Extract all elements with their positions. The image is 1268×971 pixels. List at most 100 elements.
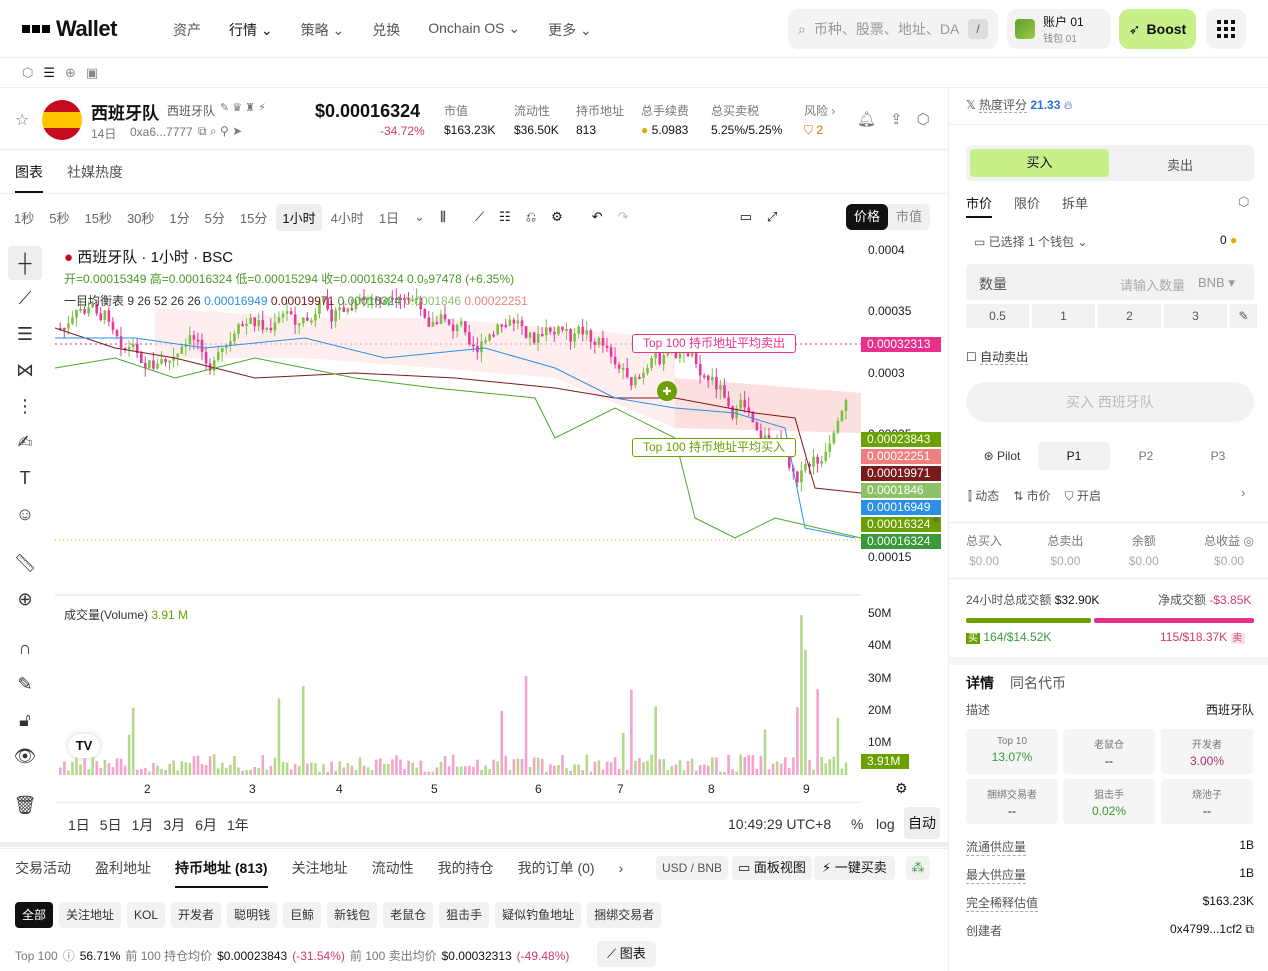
tab-detail[interactable]: 详情 <box>966 673 994 693</box>
nav-assets[interactable]: 资产 <box>173 20 201 40</box>
log-scale[interactable]: log <box>876 816 895 832</box>
tab-watched[interactable]: 关注地址 <box>292 858 348 878</box>
tab-social[interactable]: 社媒热度 <box>67 162 123 182</box>
header-actions[interactable]: 🔔︎⇪⬡ <box>857 110 944 128</box>
card-bundler[interactable]: 捆绑交易者 -- <box>966 779 1058 824</box>
preset-p3[interactable]: P3 <box>1182 442 1254 470</box>
auto-scale[interactable]: 自动 <box>904 807 940 839</box>
card-burn[interactable]: 烧池子 -- <box>1161 779 1253 824</box>
indicator-icon[interactable]: ⟋ <box>469 205 490 229</box>
nav-swap[interactable]: 兑换 <box>372 20 400 40</box>
card-sniper[interactable]: 狙击手 0.02% <box>1063 779 1155 824</box>
price-mode-toggle[interactable]: 价格 市值 <box>846 204 930 230</box>
search-input[interactable]: 币种、股票、地址、DA <box>814 19 959 39</box>
range-6m[interactable]: 6月 <box>195 815 217 835</box>
layout-icon[interactable]: ▭ <box>734 205 758 229</box>
chevron-down-icon[interactable]: ⌄ <box>408 205 431 229</box>
quick-amount[interactable]: 2 <box>1098 304 1161 328</box>
panel-view-button[interactable]: ▭ 面板视图 <box>732 856 812 880</box>
account-switcher[interactable]: 账户 01 钱包 01 <box>1007 9 1111 49</box>
preset-p2[interactable]: P2 <box>1110 442 1182 470</box>
heat-score[interactable]: 𝕏 热度评分 21.33 🔥︎ <box>966 96 1073 113</box>
interval-1h[interactable]: 1小时 <box>276 203 322 231</box>
undo-icon[interactable]: ↶ <box>586 205 609 229</box>
hex-icon[interactable]: ⬡ <box>22 65 33 81</box>
card-dev[interactable]: 开发者 3.00% <box>1161 729 1253 774</box>
quick-amount[interactable]: 0.5 <box>966 304 1029 328</box>
redo-icon[interactable]: ↷ <box>612 205 635 229</box>
magnet-icon[interactable]: ∩ <box>8 631 42 665</box>
candle-type-icon[interactable]: ⫼ <box>434 205 452 229</box>
lock-draw-icon[interactable]: ✎ <box>8 667 42 701</box>
interval-1s[interactable]: 1秒 <box>8 204 40 231</box>
interval-30s[interactable]: 30秒 <box>121 204 160 231</box>
star-icon[interactable]: ☆ <box>15 110 29 130</box>
quick-amount[interactable]: 1 <box>1032 304 1095 328</box>
settings-icon[interactable]: ⚙ <box>545 205 569 229</box>
interval-5s[interactable]: 5秒 <box>43 204 75 231</box>
range-1y[interactable]: 1年 <box>227 815 249 835</box>
axis-settings-icon[interactable]: ⚙ <box>895 780 908 797</box>
buy-submit-button[interactable]: 买入 西班牙队 <box>966 382 1254 422</box>
tab-liquidity[interactable]: 流动性 <box>372 858 414 878</box>
emoji-icon[interactable]: ☺ <box>8 497 42 531</box>
filter-watched[interactable]: 关注地址 <box>59 902 122 928</box>
interval-15s[interactable]: 15秒 <box>78 204 117 231</box>
sell-tab[interactable]: 卖出 <box>1110 155 1250 174</box>
interval-1d[interactable]: 1日 <box>373 204 405 231</box>
fib-icon[interactable]: ☰ <box>8 317 42 351</box>
okx-logo[interactable]: Wallet <box>22 16 117 42</box>
nav-strategy[interactable]: 策略 ⌄ <box>301 20 345 40</box>
trendline-icon[interactable]: ⟋ <box>8 281 42 315</box>
tab-orders[interactable]: 我的订单 (0) <box>518 858 595 878</box>
brush-icon[interactable]: ✍ <box>8 425 42 459</box>
interval-15m[interactable]: 15分 <box>234 204 273 231</box>
nav-onchain-os[interactable]: Onchain OS ⌄ <box>428 20 520 40</box>
trash-icon[interactable]: 🗑︎ <box>8 788 42 822</box>
preset-options[interactable]: ⫿ 动态 ⇅ 市价 ⛉ 开启 <box>968 487 1101 504</box>
preset-pilot[interactable]: ⊛ Pilot <box>966 442 1038 470</box>
summary-chart-button[interactable]: ⟋ 图表 <box>597 941 656 967</box>
filter-whale[interactable]: 巨鲸 <box>283 902 322 928</box>
template-icon[interactable]: ☷ <box>493 205 517 229</box>
tab-profit[interactable]: 盈利地址 <box>95 858 151 878</box>
card-insider[interactable]: 老鼠仓 -- <box>1063 729 1155 774</box>
filter-kol[interactable]: KOL <box>127 902 166 928</box>
bubble-map-icon[interactable]: ⁂ <box>906 856 930 880</box>
nav-more[interactable]: 更多 ⌄ <box>548 20 592 40</box>
filter-smart[interactable]: 聪明钱 <box>227 902 278 928</box>
unit-selector[interactable]: BNB ▾ <box>1198 275 1235 291</box>
tab-limit[interactable]: 限价 <box>1014 193 1040 218</box>
quick-amount[interactable]: 3 <box>1164 304 1227 328</box>
filter-new[interactable]: 新钱包 <box>327 902 378 928</box>
tab-positions[interactable]: 我的持仓 <box>438 858 494 878</box>
eye-icon[interactable]: 👁︎ <box>8 739 42 773</box>
edit-icon[interactable]: ✎ <box>1230 304 1257 328</box>
copy-icon[interactable]: ⧉ ⌕ ⚲ ➤ <box>198 124 242 139</box>
card-top10[interactable]: Top 10 13.07% <box>966 729 1058 774</box>
lock-icon[interactable]: 🔓︎ <box>8 703 42 737</box>
tab-same-name[interactable]: 同名代币 <box>1010 673 1066 693</box>
crosshair-icon[interactable]: ┼ <box>8 246 42 280</box>
tab-chart[interactable]: 图表 <box>15 162 43 193</box>
filter-insider[interactable]: 老鼠仓 <box>383 902 434 928</box>
pattern-icon[interactable]: ⋈ <box>8 353 42 387</box>
tab-holders[interactable]: 持币地址 (813) <box>175 858 268 888</box>
list-icon[interactable]: ☰ <box>43 65 55 81</box>
range-3m[interactable]: 3月 <box>163 815 185 835</box>
apps-menu-button[interactable] <box>1206 9 1246 49</box>
add-icon[interactable]: ⊕ <box>65 65 76 81</box>
wallet-selector[interactable]: ▭ 已选择 1 个钱包 ⌄ <box>974 233 1087 250</box>
tab-split[interactable]: 拆单 <box>1062 193 1088 218</box>
filter-bundler[interactable]: 捆绑交易者 <box>587 902 662 928</box>
range-1d[interactable]: 1日 <box>68 815 90 835</box>
stat-risk[interactable]: 风险 › ⛉ 2 <box>804 102 835 138</box>
mode-price[interactable]: 价格 <box>846 204 888 230</box>
currency-toggle[interactable]: USD / BNB <box>656 856 729 880</box>
price-chart[interactable]: ✚ <box>55 238 861 803</box>
creator-address[interactable]: 0x4799...1cf2 ⧉ <box>1170 922 1254 939</box>
tab-activity[interactable]: 交易活动 <box>15 858 71 878</box>
search-box[interactable]: ⌕ 币种、股票、地址、DA / <box>788 9 998 49</box>
zoom-icon[interactable]: ⊕ <box>8 582 42 616</box>
filter-phishing[interactable]: 疑似钓鱼地址 <box>495 902 582 928</box>
